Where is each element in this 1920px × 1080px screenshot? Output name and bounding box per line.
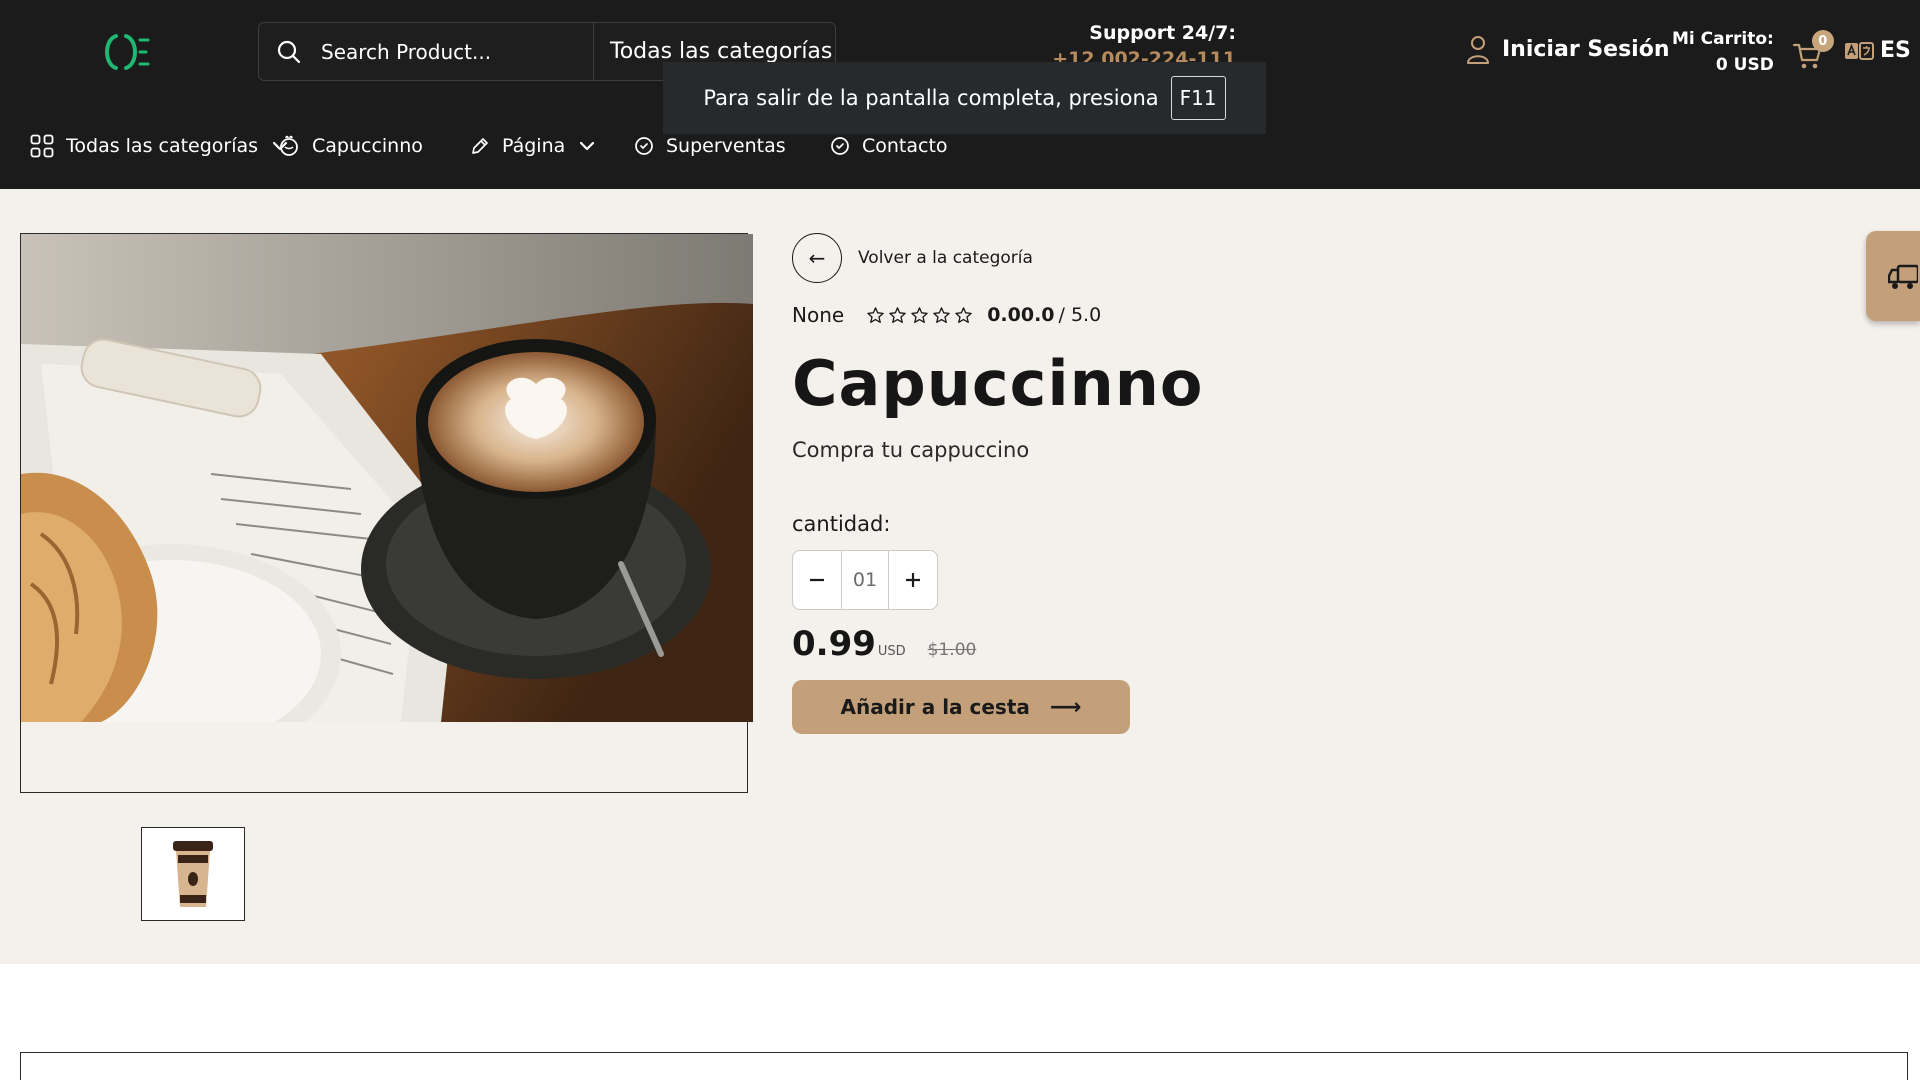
nav-item-label: Todas las categorías: [66, 135, 259, 157]
bottom-content-box: [20, 1052, 1908, 1080]
login-button[interactable]: Iniciar Sesión: [1466, 34, 1670, 64]
badge-icon: [635, 137, 653, 155]
product-price: 0.99: [792, 624, 876, 664]
nav-item-label: Contacto: [862, 135, 948, 157]
quantity-increase-button[interactable]: [889, 551, 937, 609]
product-section: ← Volver a la categoría None 0.00.0 / 5.…: [0, 189, 1920, 964]
cart-button[interactable]: Mi Carrito: 0 USD 0: [1672, 26, 1834, 78]
cart-label: Mi Carrito:: [1672, 29, 1774, 49]
nav-item-label: Página: [502, 135, 566, 157]
product-description: Compra tu cappuccino: [792, 438, 1030, 462]
floating-cart-tab[interactable]: [1866, 231, 1920, 321]
product-image[interactable]: [21, 234, 753, 722]
nav-item-pagina[interactable]: Página: [470, 128, 634, 164]
back-to-category-link[interactable]: ← Volver a la categoría: [792, 233, 1492, 283]
nav-item-label: Superventas: [666, 135, 786, 157]
fullscreen-notice-text: Para salir de la pantalla completa, pres…: [703, 86, 1159, 110]
nav-item-superventas[interactable]: Superventas: [634, 128, 830, 164]
product-image-frame: [20, 233, 753, 793]
fullscreen-notice: Para salir de la pantalla completa, pres…: [663, 62, 1266, 134]
add-to-cart-button[interactable]: Añadir a la cesta ⟶: [792, 680, 1130, 734]
star-icon: [867, 306, 884, 323]
search-input[interactable]: [319, 23, 593, 80]
grid-icon: [30, 134, 54, 158]
pencil-icon: [472, 138, 488, 154]
quantity-decrease-button[interactable]: [793, 551, 841, 609]
translate-icon: [1845, 41, 1874, 60]
star-icon: [911, 306, 928, 323]
site-header: Todas las categorías Support 24/7: +12 0…: [0, 0, 1920, 189]
plus-icon: [906, 573, 920, 587]
delivery-truck-icon: [1888, 264, 1918, 289]
price-row: 0.99 USD $1.00: [792, 624, 1492, 664]
minus-icon: [810, 578, 824, 582]
chevron-down-icon: [580, 141, 595, 151]
coffee-cup-icon: [173, 841, 213, 907]
nav-item-contacto[interactable]: Contacto: [830, 128, 948, 164]
nav-item-all-categories[interactable]: Todas las categorías: [30, 128, 288, 164]
cart-total: 0 USD: [1715, 55, 1774, 75]
product-thumbnail[interactable]: [141, 827, 245, 921]
product-meta: None 0.00.0 / 5.0: [792, 303, 1492, 327]
fullscreen-key: F11: [1170, 76, 1226, 120]
main-nav: Todas las categorías Capuccinno Página S…: [30, 128, 948, 164]
badge-icon: [831, 137, 849, 155]
rating-stars: [866, 306, 973, 325]
add-to-cart-label: Añadir a la cesta: [840, 695, 1030, 719]
old-price: $1.00: [927, 640, 977, 660]
arrow-right-icon: ⟶: [1049, 694, 1082, 720]
star-icon: [933, 306, 950, 323]
nav-item-label: Capuccinno: [312, 135, 423, 157]
star-icon: [889, 306, 906, 323]
rating-max: / 5.0: [1058, 304, 1102, 326]
language-selector[interactable]: ES: [1844, 38, 1911, 63]
star-icon: [955, 306, 972, 323]
back-to-category-label: Volver a la categoría: [858, 248, 1033, 268]
search-icon[interactable]: [259, 23, 319, 80]
price-currency: USD: [877, 644, 906, 659]
product-title: Capuccinno: [792, 347, 1204, 420]
quantity-label: cantidad:: [792, 512, 891, 536]
support-label: Support 24/7:: [1089, 22, 1236, 44]
arrow-left-icon: ←: [792, 233, 842, 283]
login-label: Iniciar Sesión: [1502, 36, 1670, 62]
coffee-icon: [280, 135, 298, 156]
user-icon: [1467, 36, 1489, 64]
cart-count-badge: 0: [1811, 30, 1834, 52]
product-info: ← Volver a la categoría None 0.00.0 / 5.…: [792, 233, 1492, 734]
quantity-input[interactable]: [841, 551, 889, 609]
logo-icon[interactable]: [100, 32, 152, 72]
nav-item-capuccinno[interactable]: Capuccinno: [278, 128, 470, 164]
cart-summary: Mi Carrito: 0 USD: [1672, 26, 1774, 78]
quantity-stepper: [792, 550, 938, 610]
cart-icon: 0: [1792, 30, 1834, 74]
rating-value: 0.00.0: [987, 304, 1055, 326]
language-label: ES: [1880, 38, 1911, 63]
product-brand: None: [792, 303, 845, 327]
